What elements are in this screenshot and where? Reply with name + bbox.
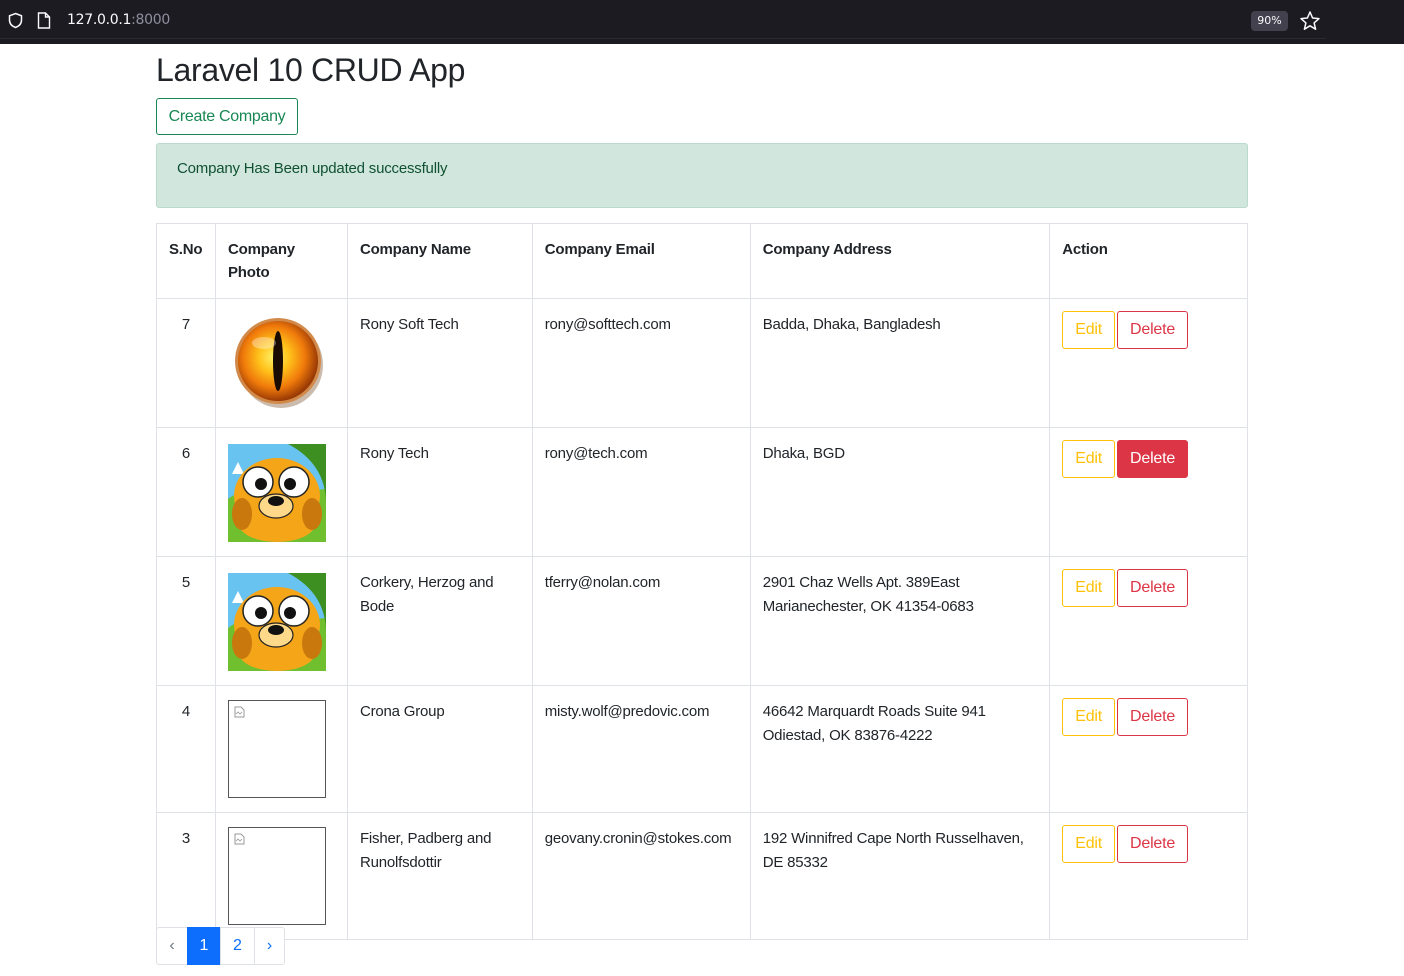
cell-company-address: 46642 Marquardt Roads Suite 941 Odiestad… [749, 685, 1051, 813]
cell-company-email: tferry@nolan.com [531, 556, 751, 686]
cell-sno: 6 [156, 427, 216, 557]
delete-button[interactable]: Delete [1117, 311, 1189, 349]
shield-icon[interactable] [7, 12, 24, 29]
table-header-row: S.No Company Photo Company Name Company E… [156, 223, 1248, 299]
alert-message: Company Has Been updated successfully [177, 160, 448, 177]
header-sno: S.No [156, 223, 216, 299]
company-photo-eye-image [234, 318, 323, 408]
header-email: Company Email [531, 223, 751, 299]
address-bar[interactable]: 127.0.0.1:8000 90% [0, 0, 1326, 39]
company-photo-dog-image [227, 444, 326, 542]
companies-table: S.No Company Photo Company Name Company E… [156, 223, 1248, 940]
cell-photo [214, 685, 348, 813]
cell-company-name: Fisher, Padberg and Runolfsdottir [346, 812, 533, 940]
bookmark-star-icon[interactable] [1299, 10, 1321, 32]
cell-company-address: 2901 Chaz Wells Apt. 389East Marianeches… [749, 556, 1051, 686]
header-name: Company Name [346, 223, 533, 299]
create-company-button[interactable]: Create Company [156, 98, 298, 135]
table-row: 4 Crona Group misty.wolf@predovic.com 4664… [156, 685, 1248, 813]
cell-action: Edit Delete [1049, 685, 1248, 813]
broken-image-icon [234, 706, 245, 718]
edit-button[interactable]: Edit [1062, 311, 1116, 349]
cell-sno: 5 [156, 556, 216, 686]
cell-action: Edit Delete [1049, 427, 1248, 557]
broken-image-icon [234, 833, 245, 845]
delete-button[interactable]: Delete [1117, 569, 1189, 607]
browser-toolbar: 127.0.0.1:8000 90% [0, 0, 1404, 44]
pagination-prev[interactable]: ‹ [156, 927, 188, 965]
cell-action: Edit Delete [1049, 298, 1248, 428]
url-text[interactable]: 127.0.0.1:8000 [67, 12, 170, 28]
cell-company-email: rony@tech.com [531, 427, 751, 557]
delete-button[interactable]: Delete [1117, 698, 1189, 736]
cell-photo [214, 812, 348, 940]
zoom-indicator[interactable]: 90% [1251, 11, 1288, 31]
cell-action: Edit Delete [1049, 812, 1248, 940]
cell-sno: 4 [156, 685, 216, 813]
cell-photo [214, 427, 348, 557]
cell-company-address: Badda, Dhaka, Bangladesh [749, 298, 1051, 428]
delete-button[interactable]: Delete [1117, 825, 1189, 863]
cell-company-address: 192 Winnifred Cape North Russelhaven, DE… [749, 812, 1051, 940]
cell-sno: 3 [156, 812, 216, 940]
pagination: ‹ 1 2 › [156, 927, 285, 965]
cell-company-name: Rony Tech [346, 427, 533, 557]
table-row: 7 Rony Soft Tech rony@softtech.com Badda, … [156, 298, 1248, 428]
page-icon [37, 12, 51, 29]
delete-button[interactable]: Delete [1117, 440, 1189, 478]
cell-company-name: Crona Group [346, 685, 533, 813]
table-row: 3 Fisher, Padberg and Runolfsdottir geova… [156, 812, 1248, 940]
edit-button[interactable]: Edit [1062, 569, 1116, 607]
cell-company-email: geovany.cronin@stokes.com [531, 812, 751, 940]
table-row: 6 Rony Tech rony@tech.com Dhaka, BGD Edit De… [156, 427, 1248, 557]
cell-sno: 7 [156, 298, 216, 428]
cell-company-name: Corkery, Herzog and Bode [346, 556, 533, 686]
company-photo-broken-image [227, 827, 326, 925]
cell-photo [214, 556, 348, 686]
success-alert: Company Has Been updated successfully [156, 143, 1248, 208]
header-photo: Company Photo [214, 223, 348, 299]
edit-button[interactable]: Edit [1062, 825, 1116, 863]
company-photo-dog-image [227, 573, 326, 671]
cell-company-address: Dhaka, BGD [749, 427, 1051, 557]
cell-company-name: Rony Soft Tech [346, 298, 533, 428]
edit-button[interactable]: Edit [1062, 698, 1116, 736]
cell-action: Edit Delete [1049, 556, 1248, 686]
cell-company-email: rony@softtech.com [531, 298, 751, 428]
pagination-page-2[interactable]: 2 [220, 927, 255, 965]
pagination-next[interactable]: › [254, 927, 285, 965]
pagination-page-1[interactable]: 1 [187, 927, 221, 965]
page-title: Laravel 10 CRUD App [156, 52, 466, 88]
header-action: Action [1049, 223, 1248, 299]
cell-company-email: misty.wolf@predovic.com [531, 685, 751, 813]
edit-button[interactable]: Edit [1062, 440, 1116, 478]
company-photo-broken-image [227, 700, 326, 798]
table-row: 5 Corkery, Herzog and Bode tferry@nolan.c… [156, 556, 1248, 686]
header-address: Company Address [749, 223, 1051, 299]
cell-photo [214, 298, 348, 428]
